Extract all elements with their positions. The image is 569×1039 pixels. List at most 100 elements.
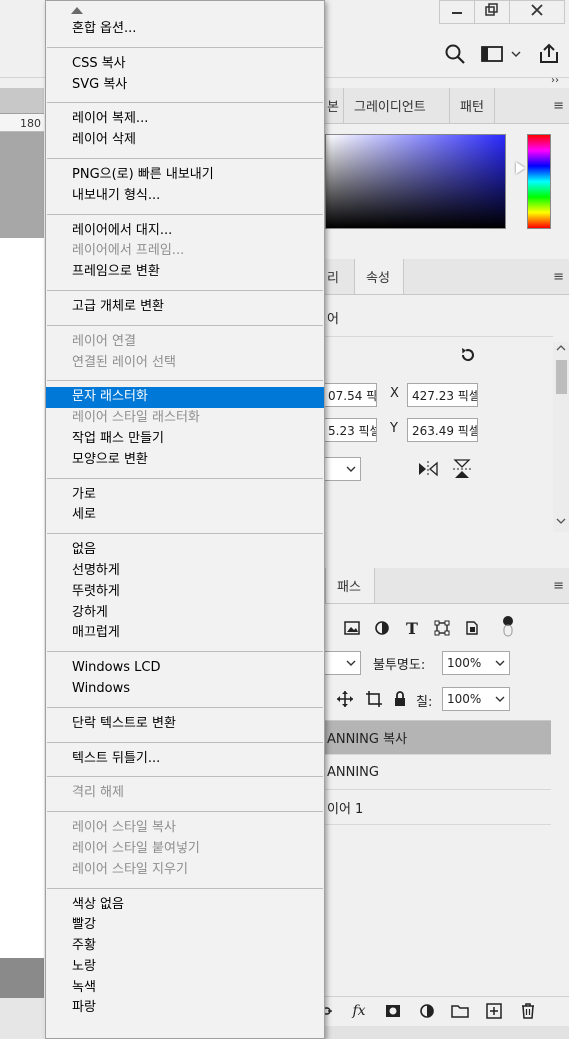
- menu-separator: [46, 804, 324, 818]
- tab-properties[interactable]: 속성: [354, 259, 404, 294]
- scrollbar-thumb[interactable]: [556, 360, 567, 394]
- menu-item[interactable]: 뚜렷하게: [46, 582, 324, 603]
- lock-position-icon[interactable]: [334, 688, 356, 710]
- restore-icon: [485, 3, 499, 21]
- workspace-icon[interactable]: [478, 41, 506, 67]
- color-spectrum[interactable]: [325, 134, 506, 229]
- menu-item[interactable]: Windows LCD: [46, 658, 324, 679]
- menu-scroll-up-button[interactable]: [46, 1, 324, 19]
- lock-artboard-icon[interactable]: [363, 688, 385, 710]
- fill-value: 100%: [447, 692, 482, 706]
- tab-pattern[interactable]: 패턴: [449, 88, 495, 123]
- menu-item[interactable]: 매끄럽게: [46, 623, 324, 644]
- menu-item[interactable]: 모양으로 변환: [46, 450, 324, 471]
- shape-filter-icon[interactable]: [431, 617, 453, 639]
- menu-item[interactable]: 텍스트 뒤틀기...: [46, 749, 324, 770]
- menu-item[interactable]: 주황: [46, 936, 324, 957]
- menu-item[interactable]: 가로: [46, 485, 324, 506]
- menu-item[interactable]: 작업 패스 만들기: [46, 429, 324, 450]
- scroll-up-icon[interactable]: [556, 344, 566, 355]
- menu-item[interactable]: 내보내기 형식...: [46, 186, 324, 207]
- restore-button[interactable]: [474, 0, 510, 24]
- scroll-down-icon[interactable]: [556, 517, 566, 528]
- smart-object-filter-icon[interactable]: [461, 617, 483, 639]
- menu-item[interactable]: 혼합 옵션...: [46, 19, 324, 40]
- reset-transform-icon[interactable]: [459, 346, 477, 367]
- menu-item: 레이어 스타일 지우기: [72, 861, 188, 877]
- menu-item[interactable]: 레이어 복제...: [46, 109, 324, 130]
- panel-menu-icon[interactable]: ≡: [553, 578, 564, 593]
- menu-item[interactable]: 녹색: [46, 978, 324, 999]
- flip-horizontal-icon[interactable]: [417, 460, 439, 481]
- blend-mode-dropdown[interactable]: [323, 651, 361, 675]
- delete-layer-icon[interactable]: [517, 1000, 539, 1022]
- fill-field[interactable]: 100%: [442, 687, 510, 711]
- menu-item[interactable]: 강하게: [46, 603, 324, 624]
- width-field[interactable]: 07.54 픽': [323, 383, 377, 407]
- properties-scrollbar[interactable]: [553, 342, 569, 532]
- lock-all-icon[interactable]: [389, 688, 411, 710]
- y-position-field[interactable]: 263.49 픽셀: [407, 418, 478, 442]
- share-icon[interactable]: [536, 41, 562, 67]
- minimize-button[interactable]: [439, 0, 475, 24]
- double-chevron-icon[interactable]: ››: [551, 75, 559, 86]
- opacity-value: 100%: [447, 656, 482, 670]
- menu-item[interactable]: CSS 복사: [46, 54, 324, 75]
- tab-swatches-partial[interactable]: 본: [327, 88, 339, 123]
- menu-item[interactable]: 노랑: [46, 957, 324, 978]
- layer-row[interactable]: ANNING: [325, 756, 551, 790]
- tab-paths[interactable]: 패스: [325, 568, 375, 603]
- height-field[interactable]: 5.23 픽셀: [323, 418, 377, 442]
- menu-item[interactable]: 빨강: [46, 915, 324, 936]
- properties-panel-tabs: 리 속성 ≡: [325, 259, 569, 295]
- search-icon[interactable]: [442, 41, 468, 67]
- panel-menu-icon[interactable]: ≡: [553, 269, 564, 284]
- hue-slider-marker[interactable]: [516, 162, 525, 174]
- tab-gradient[interactable]: 그레이디언트: [343, 88, 445, 123]
- type-filter-icon[interactable]: T: [401, 617, 423, 639]
- menu-item[interactable]: 레이어에서 대지...: [46, 221, 324, 242]
- menu-item[interactable]: 파랑: [46, 998, 324, 1019]
- menu-item[interactable]: 레이어 삭제: [46, 130, 324, 151]
- menu-item[interactable]: 문자 래스터화: [46, 387, 324, 409]
- menu-item[interactable]: 고급 개체로 변환: [46, 297, 324, 318]
- image-filter-icon[interactable]: [341, 617, 363, 639]
- adjustment-filter-icon[interactable]: [371, 617, 393, 639]
- new-layer-icon[interactable]: [483, 1000, 505, 1022]
- menu-item[interactable]: 프레임으로 변환: [46, 262, 324, 283]
- menu-item[interactable]: 세로: [46, 505, 324, 526]
- close-window-button[interactable]: [509, 0, 565, 24]
- layer-row[interactable]: ANNING 복사: [325, 721, 551, 755]
- x-position-field[interactable]: 427.23 픽셀: [407, 383, 478, 407]
- menu-item[interactable]: SVG 복사: [46, 75, 324, 96]
- new-group-icon[interactable]: [449, 1000, 471, 1022]
- flip-vertical-icon[interactable]: [452, 458, 472, 483]
- filter-toggle[interactable]: [497, 615, 519, 637]
- status-bar: [0, 998, 44, 1039]
- menu-separator: [46, 769, 324, 783]
- chevron-down-icon[interactable]: [509, 41, 523, 67]
- menu-item[interactable]: Windows: [46, 679, 324, 700]
- adjustment-layer-icon[interactable]: [416, 1000, 438, 1022]
- angle-dropdown[interactable]: [323, 457, 361, 481]
- document-tab[interactable]: [0, 88, 44, 114]
- canvas-document[interactable]: [0, 238, 44, 958]
- panel-menu-icon[interactable]: ≡: [553, 98, 564, 113]
- canvas-pasteboard-bottom: [0, 958, 44, 998]
- menu-item[interactable]: 단락 텍스트로 변환: [46, 714, 324, 735]
- layer-row[interactable]: 이어 1: [325, 791, 551, 825]
- hue-slider[interactable]: [527, 134, 551, 229]
- fx-icon[interactable]: fx: [348, 1000, 370, 1022]
- opacity-field[interactable]: 100%: [442, 651, 510, 675]
- menu-separator: [46, 373, 324, 387]
- x-label: X: [390, 386, 399, 401]
- menu-item[interactable]: 없음: [46, 540, 324, 561]
- chevron-down-icon: [346, 656, 356, 670]
- menu-item[interactable]: 선명하게: [46, 561, 324, 582]
- tab-libraries-partial[interactable]: 리: [327, 259, 339, 294]
- add-mask-icon[interactable]: [382, 1000, 404, 1022]
- opacity-label: 불투명도:: [373, 658, 426, 673]
- menu-item[interactable]: 색상 없음: [46, 895, 324, 916]
- menu-item[interactable]: PNG으(로) 빠른 내보내기: [46, 165, 324, 186]
- menu-separator: [46, 700, 324, 714]
